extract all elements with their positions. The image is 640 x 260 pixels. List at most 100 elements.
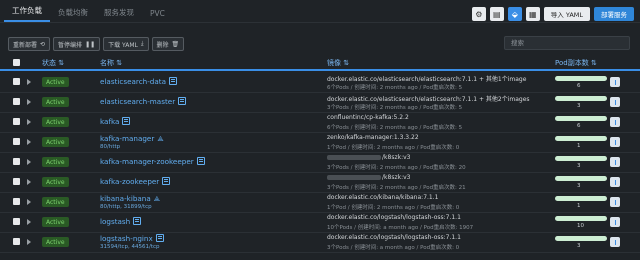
row-checkbox[interactable] [13,138,20,145]
tab-service-discovery[interactable]: 服务发现 [96,5,142,22]
expand-icon[interactable] [27,79,31,85]
pause-icon: ❚❚ [85,40,96,48]
search-input[interactable] [504,36,630,50]
table-row[interactable]: Active kafka confluentinc/cp-kafka:5.2.2… [0,112,640,133]
table-row[interactable]: Active elasticsearch-data docker.elastic… [0,72,640,93]
grid-view-icon[interactable]: ▦ [525,7,540,21]
top-toolbar: ⚙ ▤ ⬙ ▦ 导入 YAML 部署服务 [471,7,634,21]
more-info-button[interactable] [610,177,620,187]
tab-workloads[interactable]: 工作负载 [4,3,50,22]
refresh-icon: ⟲ [40,40,46,48]
redeploy-button[interactable]: 重新部署 ⟲ [8,37,51,51]
table-row[interactable]: Active logstash docker.elastic.co/logsta… [0,212,640,233]
pod-count: 6 [577,123,581,129]
status-badge: Active [42,157,69,167]
pod-progress-bar [555,136,607,141]
document-icon [196,157,205,165]
column-name[interactable]: 名称 ⇅ [100,58,122,68]
table-header: 状态 ⇅ 名称 ⇅ 镜像 ⇅ Pod副本数 ⇅ [0,57,640,71]
workload-name-text: kafka-manager-zookeeper [100,157,194,166]
expand-icon[interactable] [27,179,31,185]
redacted-text [327,175,381,180]
workload-name[interactable]: elasticsearch-data [100,77,177,86]
delete-button[interactable]: 删除 🗑 [151,37,185,51]
expand-icon[interactable] [27,119,31,125]
workload-name[interactable]: logstash-nginx [100,234,164,243]
document-icon [169,77,177,85]
expand-icon[interactable] [27,99,31,105]
workload-name-text: elasticsearch-master [100,97,176,106]
workload-name[interactable]: elasticsearch-master [100,97,187,106]
workload-name[interactable]: kafka [100,117,131,126]
image-name: zenko/kafka-manager:1.3.3.22 [327,134,419,141]
image-name: docker.elastic.co/elasticsearch/elastics… [327,94,530,103]
deploy-service-button[interactable]: 部署服务 [594,7,634,21]
endpoint-link[interactable]: 31594/tcp, 44561/tcp [100,244,160,250]
table-row[interactable]: Active kibana-kibana ⟁ 80/http, 31899/tcp… [0,192,640,213]
list-view-icon[interactable]: ▤ [489,7,504,21]
table-row[interactable]: Active kafka-manager ⟁ 80/http zenko/kafk… [0,132,640,153]
pod-progress-bar [555,176,607,181]
workload-meta: 10个Pods / 创建时间: a month ago / Pod重启次数: 1… [327,225,474,231]
pod-progress-bar [555,76,607,81]
table-row[interactable]: Active elasticsearch-master docker.elast… [0,92,640,113]
row-checkbox[interactable] [13,158,20,165]
tab-load-balancing[interactable]: 负载均衡 [50,5,96,22]
pod-progress-bar [555,196,607,201]
table-row[interactable]: Active kafka-manager-zookeeper /k8szk:v3… [0,152,640,173]
expand-icon[interactable] [27,219,31,225]
row-checkbox[interactable] [13,178,20,185]
gear-icon[interactable]: ⚙ [471,7,486,21]
expand-icon[interactable] [27,159,31,165]
more-info-button[interactable] [610,237,620,247]
pause-button[interactable]: 暂停编排 ❚❚ [53,37,101,51]
workload-name[interactable]: kibana-kibana ⟁ [100,194,160,204]
endpoint-link[interactable]: 80/http [100,144,120,150]
tab-pvc[interactable]: PVC [142,7,173,22]
more-info-button[interactable] [610,137,620,147]
redacted-text [327,155,381,160]
trash-icon: 🗑 [171,40,180,48]
workload-name[interactable]: kafka-zookeeper [100,177,171,186]
workload-name-text: elasticsearch-data [100,77,166,86]
expand-icon[interactable] [27,139,31,145]
row-checkbox[interactable] [13,198,20,205]
pod-progress-bar [555,156,607,161]
column-pods[interactable]: Pod副本数 ⇅ [555,58,597,68]
pod-count: 3 [577,103,581,109]
endpoint-link[interactable]: 80/http, 31899/tcp [100,204,152,210]
row-checkbox[interactable] [13,118,20,125]
workload-name[interactable]: kafka-manager ⟁ [100,134,164,144]
row-checkbox[interactable] [13,98,20,105]
pod-count: 1 [577,143,581,149]
workload-name-text: logstash-nginx [100,234,153,243]
pause-label: 暂停编排 [58,41,83,49]
workload-name[interactable]: kafka-manager-zookeeper [100,157,205,166]
more-info-button[interactable] [610,77,620,87]
more-info-button[interactable] [610,157,620,167]
image-name: /k8szk:v3 [327,154,410,161]
more-info-button[interactable] [610,97,620,107]
group-view-icon[interactable]: ⬙ [507,7,522,21]
select-all-checkbox[interactable] [13,59,20,66]
column-state[interactable]: 状态 ⇅ [42,58,64,68]
pod-count: 6 [577,83,581,89]
status-badge: Active [42,217,69,227]
table-row[interactable]: Active kafka-zookeeper /k8szk:v3 3个Pods … [0,172,640,193]
row-checkbox[interactable] [13,78,20,85]
table-row[interactable]: Active logstash-nginx 31594/tcp, 44561/t… [0,232,640,253]
workload-name-text: kafka-manager [100,134,155,143]
download-yaml-button[interactable]: 下载 YAML ⤓ [103,37,149,51]
more-info-button[interactable] [610,197,620,207]
row-checkbox[interactable] [13,238,20,245]
column-image[interactable]: 镜像 ⇅ [327,58,349,68]
more-info-button[interactable] [610,217,620,227]
row-checkbox[interactable] [13,218,20,225]
download-icon: ⤓ [140,40,144,47]
more-info-button[interactable] [610,117,620,127]
expand-icon[interactable] [27,199,31,205]
expand-icon[interactable] [27,239,31,245]
tab-bar: 工作负载 负载均衡 服务发现 PVC [4,6,173,22]
import-yaml-button[interactable]: 导入 YAML [543,7,590,21]
workload-name[interactable]: logstash [100,217,142,226]
